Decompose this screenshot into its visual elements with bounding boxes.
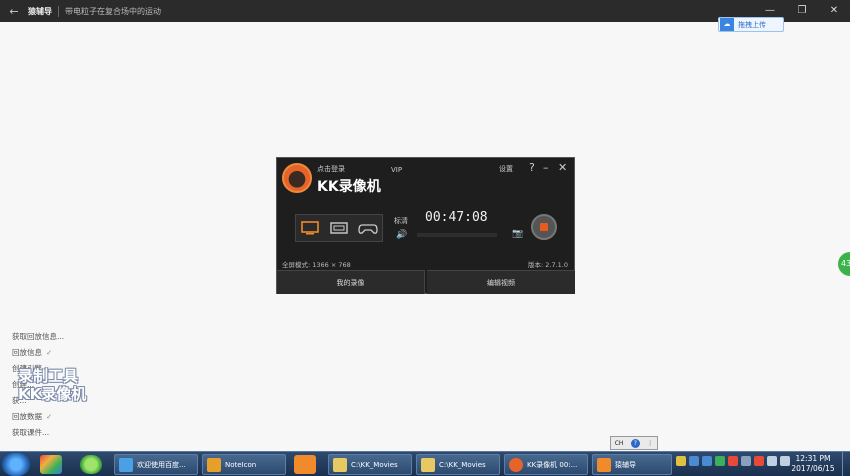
record-mode-group bbox=[295, 214, 383, 242]
system-tray bbox=[676, 456, 790, 466]
tray-icon[interactable] bbox=[728, 456, 738, 466]
record-timer: 00:47:08 bbox=[425, 210, 488, 225]
yuanfudao-icon bbox=[597, 457, 611, 472]
app-name: 猿辅导 bbox=[28, 5, 59, 17]
help-icon[interactable]: ? bbox=[529, 161, 535, 174]
log-item: 回放数据 ✓ bbox=[12, 412, 53, 421]
task-icon bbox=[207, 457, 221, 472]
folder-icon bbox=[333, 457, 347, 472]
settings-button[interactable]: 设置 bbox=[499, 164, 513, 174]
drag-upload-label: 拖拽上传 bbox=[738, 20, 766, 29]
kk-logo-icon bbox=[282, 163, 312, 193]
tray-icon[interactable] bbox=[715, 456, 725, 466]
edit-video-button[interactable]: 编辑视频 bbox=[427, 270, 575, 294]
quality-selector[interactable]: 标清 bbox=[394, 216, 408, 226]
tray-icon[interactable] bbox=[741, 456, 751, 466]
restore-icon[interactable]: ❐ bbox=[786, 0, 818, 22]
taskbar: 欢迎使用百度... NoteIcon C:\KK_Movies C:\KK_Mo… bbox=[0, 451, 850, 476]
close-icon[interactable]: ✕ bbox=[818, 0, 850, 22]
ime-language[interactable]: CH bbox=[615, 440, 624, 447]
taskbar-item[interactable]: C:\KK_Movies bbox=[416, 454, 500, 475]
version-info: 版本: 2.7.1.0 bbox=[528, 261, 568, 269]
taskbar-item[interactable]: 猿辅导 bbox=[592, 454, 672, 475]
tray-icon[interactable] bbox=[689, 456, 699, 466]
screen-mode-icon[interactable] bbox=[300, 221, 320, 235]
task-icon bbox=[119, 457, 133, 472]
taskbar-item[interactable]: 欢迎使用百度... bbox=[114, 454, 198, 475]
taskbar-item[interactable]: KK录像机 00:... bbox=[504, 454, 588, 475]
taskbar-item[interactable]: NoteIcon bbox=[202, 454, 286, 475]
side-bubble[interactable]: 43 bbox=[838, 252, 850, 276]
log-item: 获取回放信息... bbox=[12, 332, 65, 341]
tray-icon[interactable] bbox=[676, 456, 686, 466]
taskbar-item[interactable]: C:\KK_Movies bbox=[328, 454, 412, 475]
cloud-icon: ☁ bbox=[720, 18, 734, 31]
screen-mode-info: 全屏模式: 1366 × 768 bbox=[282, 261, 351, 269]
recorder-brand: KK录像机 bbox=[317, 179, 381, 195]
ime-bar[interactable]: CH ? ⋮ bbox=[610, 436, 658, 450]
show-desktop-button[interactable] bbox=[842, 452, 850, 476]
recorder-close-icon[interactable]: ✕ bbox=[558, 161, 567, 174]
ime-help-icon[interactable]: ? bbox=[630, 438, 640, 448]
kk-recorder-icon bbox=[509, 457, 523, 472]
log-item: 回放信息 ✓ bbox=[12, 348, 53, 357]
record-stop-button[interactable] bbox=[531, 214, 557, 240]
my-recordings-button[interactable]: 我的录像 bbox=[277, 270, 425, 294]
volume-icon[interactable]: 🔊 bbox=[396, 230, 407, 240]
pinned-taobao-icon[interactable] bbox=[294, 455, 316, 474]
window-mode-icon[interactable] bbox=[329, 221, 349, 235]
camera-icon[interactable]: 📷 bbox=[512, 229, 523, 239]
recorder-minimize-icon[interactable]: – bbox=[543, 161, 549, 174]
kk-recorder-window: 点击登录 VIP KK录像机 设置 ? – ✕ 标清 🔊 00:47:08 📷 … bbox=[276, 157, 575, 294]
lesson-title: 带电粒子在复合场中的运动 bbox=[65, 6, 161, 16]
pinned-app-icon[interactable] bbox=[40, 455, 62, 474]
drag-upload-button[interactable]: ☁ 拖拽上传 bbox=[718, 17, 784, 32]
kk-watermark: 录制工具 KK录像机 bbox=[18, 367, 87, 403]
volume-tray-icon[interactable] bbox=[780, 456, 790, 466]
pinned-browser-icon[interactable] bbox=[80, 455, 102, 474]
gamepad-icon[interactable] bbox=[357, 221, 378, 235]
network-icon[interactable] bbox=[767, 456, 777, 466]
tray-icon[interactable] bbox=[702, 456, 712, 466]
back-arrow-icon[interactable]: ← bbox=[0, 5, 28, 18]
login-link[interactable]: 点击登录 bbox=[317, 164, 345, 174]
ime-menu-icon[interactable]: ⋮ bbox=[647, 440, 653, 447]
vip-badge[interactable]: VIP bbox=[391, 166, 402, 174]
tray-icon[interactable] bbox=[754, 456, 764, 466]
start-button-icon[interactable] bbox=[2, 453, 30, 476]
log-item: 获取课件... bbox=[12, 428, 50, 437]
taskbar-clock[interactable]: 12:31 PM 2017/06/15 bbox=[790, 454, 836, 474]
folder-icon bbox=[421, 457, 435, 472]
volume-bar[interactable] bbox=[417, 233, 497, 237]
